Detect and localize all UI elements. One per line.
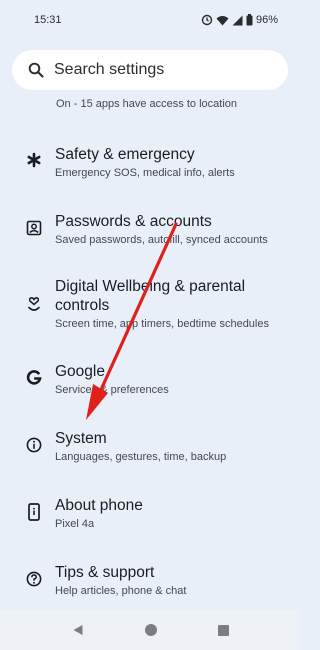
battery-icon (246, 14, 253, 26)
item-title: Passwords & accounts (55, 213, 212, 230)
status-icons: 96% (201, 14, 278, 26)
settings-item-about-phone[interactable]: About phone Pixel 4a (0, 489, 300, 539)
search-settings-label: Search settings (54, 61, 165, 78)
search-icon (28, 62, 44, 78)
navigation-bar (0, 610, 300, 650)
settings-item-google[interactable]: Google Services & preferences (0, 355, 300, 405)
item-title: Tips & support (55, 564, 155, 581)
item-subtitle: Screen time, app timers, bedtime schedul… (55, 318, 269, 330)
item-subtitle: Help articles, phone & chat (55, 585, 187, 597)
item-subtitle: Saved passwords, autofill, synced accoun… (55, 234, 268, 246)
search-settings-bar[interactable]: Search settings (12, 50, 288, 90)
battery-percentage: 96% (255, 14, 278, 26)
settings-item-tips-support[interactable]: Tips & support Help articles, phone & ch… (0, 556, 300, 606)
item-subtitle: Pixel 4a (55, 518, 95, 530)
account-box-icon (24, 218, 44, 238)
google-icon (24, 368, 44, 388)
settings-item-system[interactable]: System Languages, gestures, time, backup (0, 422, 300, 472)
item-title: About phone (55, 497, 143, 514)
asterisk-icon (24, 150, 44, 170)
item-subtitle: Services & preferences (55, 384, 169, 396)
settings-item-safety-emergency[interactable]: Safety & emergency Emergency SOS, medica… (0, 138, 300, 188)
wifi-icon (216, 15, 229, 25)
location-summary: On - 15 apps have access to location (56, 98, 237, 110)
home-icon[interactable] (144, 623, 158, 637)
settings-item-digital-wellbeing[interactable]: Digital Wellbeing & parental controls Sc… (0, 270, 300, 338)
do-not-disturb-icon (201, 14, 213, 26)
back-icon[interactable] (72, 624, 84, 636)
recents-icon[interactable] (217, 624, 229, 636)
wellbeing-icon (24, 294, 44, 314)
signal-icon (232, 15, 243, 25)
settings-item-passwords-accounts[interactable]: Passwords & accounts Saved passwords, au… (0, 205, 300, 255)
item-subtitle: Languages, gestures, time, backup (55, 451, 227, 463)
phone-icon (24, 502, 44, 522)
item-title: Digital Wellbeing & parental (55, 278, 246, 295)
item-title-line2: controls (55, 297, 110, 314)
item-title: Google (55, 363, 105, 380)
item-title: Safety & emergency (55, 146, 195, 163)
item-title: System (55, 430, 107, 447)
info-icon (24, 435, 44, 455)
item-subtitle: Emergency SOS, medical info, alerts (55, 167, 235, 179)
status-bar: 15:31 96% (0, 0, 300, 40)
help-icon (24, 569, 44, 589)
status-time: 15:31 (34, 14, 62, 26)
